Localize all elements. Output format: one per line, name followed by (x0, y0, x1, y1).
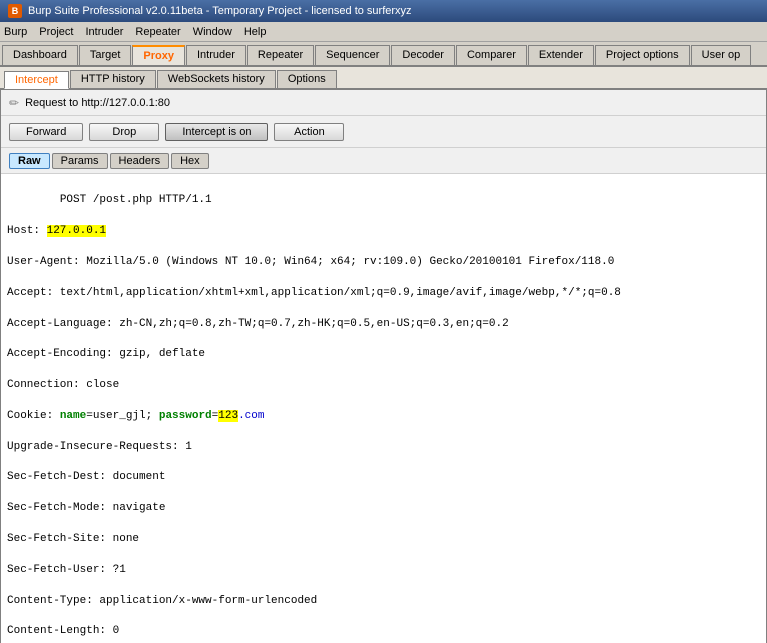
action-buttons-bar: Forward Drop Intercept is on Action (1, 116, 766, 148)
tab-user-options[interactable]: User op (691, 45, 752, 65)
http-content-type: Content-Type: application/x-www-form-url… (7, 595, 317, 607)
forward-button[interactable]: Forward (9, 123, 83, 141)
http-upgrade: Upgrade-Insecure-Requests: 1 (7, 441, 192, 453)
subtab-options[interactable]: Options (277, 70, 337, 88)
http-sec-fetch-mode: Sec-Fetch-Mode: navigate (7, 502, 165, 514)
format-tab-hex[interactable]: Hex (171, 153, 209, 169)
intercept-toggle-button[interactable]: Intercept is on (165, 123, 268, 141)
tab-decoder[interactable]: Decoder (391, 45, 455, 65)
http-content-length: Content-Length: 0 (7, 625, 119, 637)
http-sec-fetch-user: Sec-Fetch-User: ?1 (7, 564, 126, 576)
intercept-content: ✏ Request to http://127.0.0.1:80 Forward… (0, 89, 767, 643)
http-sec-fetch-site: Sec-Fetch-Site: none (7, 533, 139, 545)
tab-intruder[interactable]: Intruder (186, 45, 246, 65)
proxy-panel: Intercept HTTP history WebSockets histor… (0, 67, 767, 643)
subtab-http-history[interactable]: HTTP history (70, 70, 156, 88)
http-cookie-name-key: name (60, 410, 86, 422)
http-accept: Accept: text/html,application/xhtml+xml,… (7, 287, 621, 299)
http-cookie-pass-key: password (159, 410, 212, 422)
format-tab-params[interactable]: Params (52, 153, 108, 169)
http-connection: Connection: close (7, 379, 119, 391)
title-bar: B Burp Suite Professional v2.0.11beta - … (0, 0, 767, 22)
http-useragent: User-Agent: Mozilla/5.0 (Windows NT 10.0… (7, 256, 614, 268)
tab-project-options[interactable]: Project options (595, 45, 690, 65)
drop-button[interactable]: Drop (89, 123, 159, 141)
sub-tabs: Intercept HTTP history WebSockets histor… (0, 67, 767, 89)
request-info-bar: ✏ Request to http://127.0.0.1:80 (1, 90, 766, 116)
window-title: Burp Suite Professional v2.0.11beta - Te… (28, 5, 412, 17)
tab-comparer[interactable]: Comparer (456, 45, 527, 65)
menu-bar: Burp Project Intruder Repeater Window He… (0, 22, 767, 42)
http-accept-enc: Accept-Encoding: gzip, deflate (7, 348, 205, 360)
menu-intruder[interactable]: Intruder (86, 26, 124, 38)
main-tabs: Dashboard Target Proxy Intruder Repeater… (0, 42, 767, 67)
http-cookie-label: Cookie: (7, 410, 60, 422)
app-icon: B (8, 4, 22, 18)
http-sec-fetch-dest: Sec-Fetch-Dest: document (7, 471, 165, 483)
http-host-value: 127.0.0.1 (47, 225, 106, 237)
menu-project[interactable]: Project (39, 26, 73, 38)
menu-repeater[interactable]: Repeater (135, 26, 180, 38)
menu-window[interactable]: Window (193, 26, 232, 38)
menu-burp[interactable]: Burp (4, 26, 27, 38)
request-url: Request to http://127.0.0.1:80 (25, 97, 170, 109)
http-cookie-name-eq: =user_gjl; (86, 410, 159, 422)
edit-icon: ✏ (9, 96, 19, 110)
subtab-intercept[interactable]: Intercept (4, 71, 69, 89)
app-window: B Burp Suite Professional v2.0.11beta - … (0, 0, 767, 643)
tab-dashboard[interactable]: Dashboard (2, 45, 78, 65)
format-tabs: Raw Params Headers Hex (1, 148, 766, 174)
http-accept-lang: Accept-Language: zh-CN,zh;q=0.8,zh-TW;q=… (7, 318, 509, 330)
subtab-websockets-history[interactable]: WebSockets history (157, 70, 276, 88)
format-tab-raw[interactable]: Raw (9, 153, 50, 169)
action-button[interactable]: Action (274, 123, 344, 141)
menu-help[interactable]: Help (244, 26, 267, 38)
tab-target[interactable]: Target (79, 45, 132, 65)
tab-extender[interactable]: Extender (528, 45, 594, 65)
tab-proxy[interactable]: Proxy (132, 45, 185, 65)
format-tab-headers[interactable]: Headers (110, 153, 170, 169)
tab-repeater[interactable]: Repeater (247, 45, 314, 65)
http-cookie-pass-val: 123 (218, 410, 238, 422)
http-request-content[interactable]: POST /post.php HTTP/1.1 Host: 127.0.0.1 … (1, 174, 766, 643)
http-cookie-domain: .com (238, 410, 264, 422)
http-line-1: POST /post.php HTTP/1.1 (60, 194, 212, 206)
tab-sequencer[interactable]: Sequencer (315, 45, 390, 65)
http-host-label: Host: (7, 225, 47, 237)
